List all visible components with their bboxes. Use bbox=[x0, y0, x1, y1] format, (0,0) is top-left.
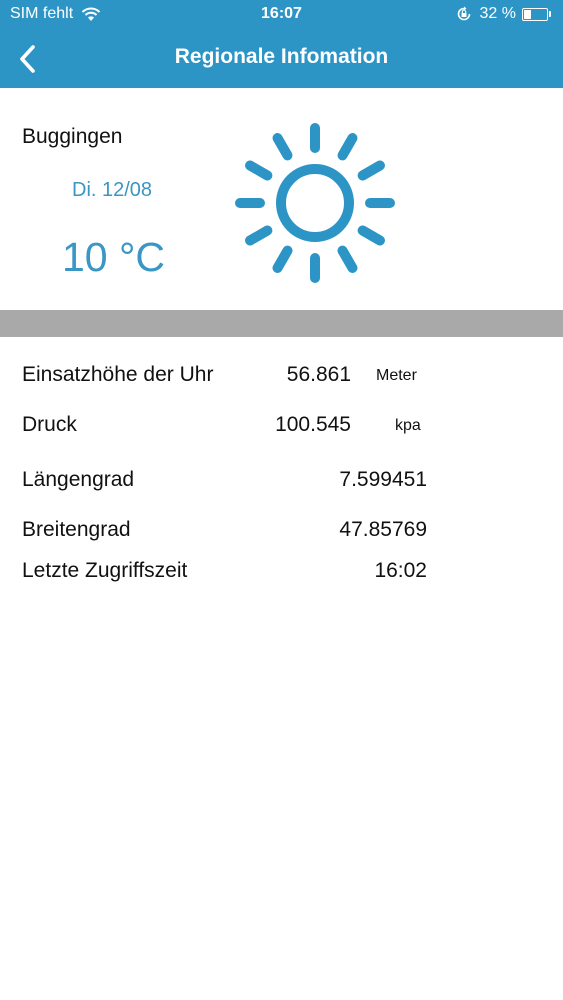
sun-ray bbox=[245, 160, 273, 181]
info-value: 100.545 bbox=[275, 413, 351, 436]
battery-tip bbox=[549, 11, 551, 17]
status-bar: SIM fehlt 16:07 32 % bbox=[0, 0, 563, 30]
weather-date: Di. 12/08 bbox=[72, 179, 153, 201]
sun-ray bbox=[272, 245, 293, 273]
weather-card: Buggingen Di. 12/08 10 °C bbox=[0, 88, 563, 310]
info-label: Letzte Zugriffszeit bbox=[22, 559, 188, 582]
sun-ray bbox=[337, 245, 358, 273]
info-label: Druck bbox=[22, 413, 77, 436]
info-label: Einsatzhöhe der Uhr bbox=[22, 363, 214, 386]
sun-ray bbox=[357, 225, 385, 246]
sun-ray bbox=[357, 160, 385, 181]
battery-percent: 32 % bbox=[479, 5, 516, 22]
info-unit: Meter bbox=[376, 367, 417, 384]
battery-icon bbox=[522, 7, 548, 21]
info-value: 47.85769 bbox=[339, 518, 427, 541]
page-title: Regionale Infomation bbox=[174, 45, 389, 68]
info-label: Längengrad bbox=[22, 468, 135, 491]
info-unit: kpa bbox=[395, 417, 421, 434]
info-value: 7.599451 bbox=[339, 468, 427, 491]
info-value: 56.861 bbox=[286, 363, 351, 386]
rotation-lock-icon bbox=[457, 6, 470, 21]
sun-ray bbox=[245, 225, 273, 246]
status-right: 32 % bbox=[456, 5, 551, 23]
sun-ray bbox=[272, 133, 293, 161]
section-divider bbox=[0, 310, 563, 337]
info-value: 16:02 bbox=[374, 559, 427, 582]
battery-fill bbox=[524, 9, 532, 19]
temperature: 10 °C bbox=[62, 234, 166, 280]
sun-ray bbox=[337, 133, 358, 161]
nav-bar: Regionale Infomation bbox=[0, 30, 563, 88]
city-name: Buggingen bbox=[22, 125, 123, 148]
info-label: Breitengrad bbox=[22, 518, 131, 541]
sun-icon bbox=[235, 123, 395, 283]
